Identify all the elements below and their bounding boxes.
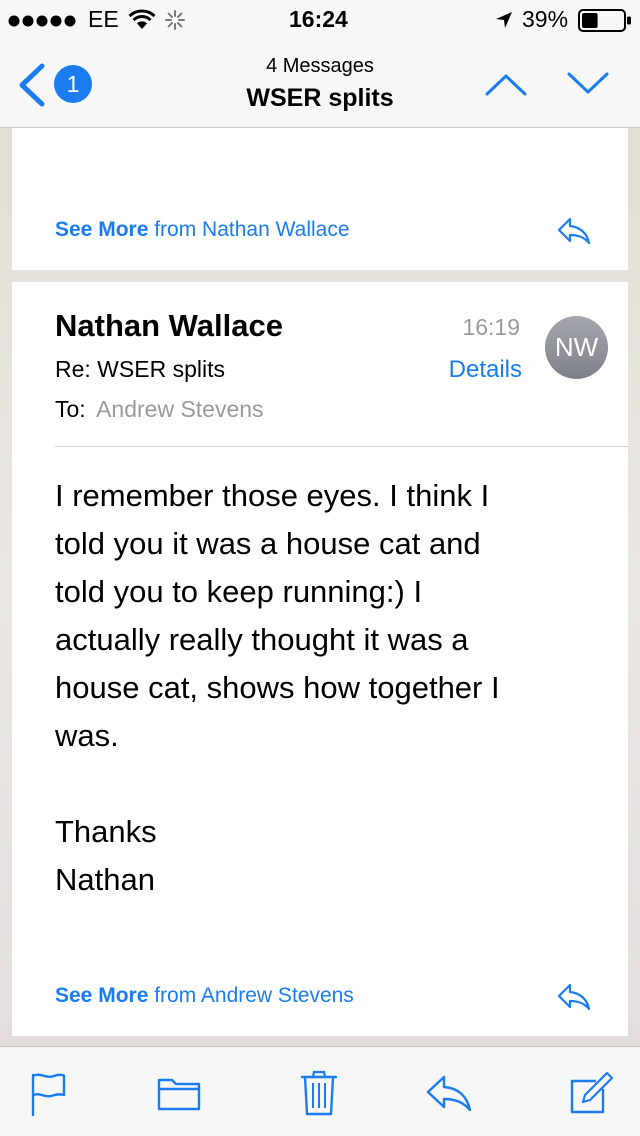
compose-icon [570, 1071, 614, 1114]
body-line: told you to keep running:) I [55, 574, 423, 609]
clock: 16:24 [289, 6, 348, 32]
messages-count: 4 Messages [266, 55, 374, 77]
header-divider [55, 446, 628, 447]
see-more-label: See More [55, 984, 149, 1007]
battery-icon [578, 9, 632, 38]
reply-button[interactable] [556, 216, 592, 251]
message-subject: Re: WSER splits [55, 356, 225, 382]
trash-icon [300, 1070, 338, 1116]
reply-icon [426, 1075, 472, 1112]
previous-message-button[interactable] [482, 64, 530, 104]
sender-name: Nathan Wallace [55, 308, 283, 343]
recipient-row: To: Andrew Stevens [55, 396, 264, 423]
chevron-down-icon [567, 72, 609, 94]
move-to-folder-button[interactable] [154, 1069, 204, 1117]
location-arrow-icon [494, 10, 514, 35]
reply-icon [557, 217, 591, 245]
body-line: I remember those eyes. I think I [55, 478, 490, 513]
reply-icon [557, 983, 591, 1011]
signoff-line: Nathan [55, 862, 155, 897]
folder-icon [157, 1078, 201, 1111]
body-line: actually really thought it was a [55, 622, 469, 657]
message-time: 16:19 [462, 314, 520, 340]
thread-title: WSER splits [246, 84, 394, 112]
compose-button[interactable] [566, 1069, 616, 1117]
carrier-label: EE [88, 6, 119, 32]
reply-toolbar-button[interactable] [424, 1069, 474, 1117]
details-link[interactable]: Details [412, 356, 522, 384]
flag-button[interactable] [24, 1069, 74, 1117]
body-line: told you it was a house cat and [55, 526, 481, 561]
see-more-sender: from Nathan Wallace [154, 218, 350, 241]
chevron-left-icon [19, 63, 45, 107]
see-more-link[interactable]: See More from Nathan Wallace [55, 218, 350, 242]
next-message-button[interactable] [564, 64, 612, 104]
wifi-icon [128, 9, 156, 36]
navigation-bar: 1 4 Messages WSER splits [0, 40, 640, 128]
to-label: To: [55, 396, 86, 422]
signoff-line: Thanks [55, 814, 157, 849]
unread-count: 1 [66, 71, 80, 97]
body-line: house cat, shows how together I [55, 670, 500, 705]
see-more-link[interactable]: See More from Andrew Stevens [55, 984, 354, 1008]
back-button[interactable]: 1 [12, 60, 96, 110]
recipient-name[interactable]: Andrew Stevens [96, 396, 263, 422]
chevron-up-icon [485, 74, 527, 96]
trash-button[interactable] [294, 1069, 344, 1117]
body-line: was. [55, 718, 119, 753]
status-bar: EE 16:24 39% [0, 0, 640, 40]
see-more-sender: from Andrew Stevens [154, 984, 354, 1007]
reply-button[interactable] [556, 982, 592, 1017]
message-card: Nathan Wallace 16:19 NW Re: WSER splits … [12, 282, 628, 1036]
signal-strength-icon [8, 14, 80, 33]
flag-icon [31, 1073, 66, 1117]
unread-badge: 1 [54, 65, 92, 103]
battery-percent: 39% [522, 6, 569, 32]
message-body: I remember those eyes. I think I told yo… [55, 472, 615, 904]
bottom-toolbar [0, 1046, 640, 1136]
see-more-label: See More [55, 218, 149, 241]
previous-message-card: See More from Nathan Wallace [12, 128, 628, 270]
avatar: NW [545, 316, 608, 379]
avatar-initials: NW [554, 332, 599, 362]
activity-spinner-icon [164, 9, 186, 36]
